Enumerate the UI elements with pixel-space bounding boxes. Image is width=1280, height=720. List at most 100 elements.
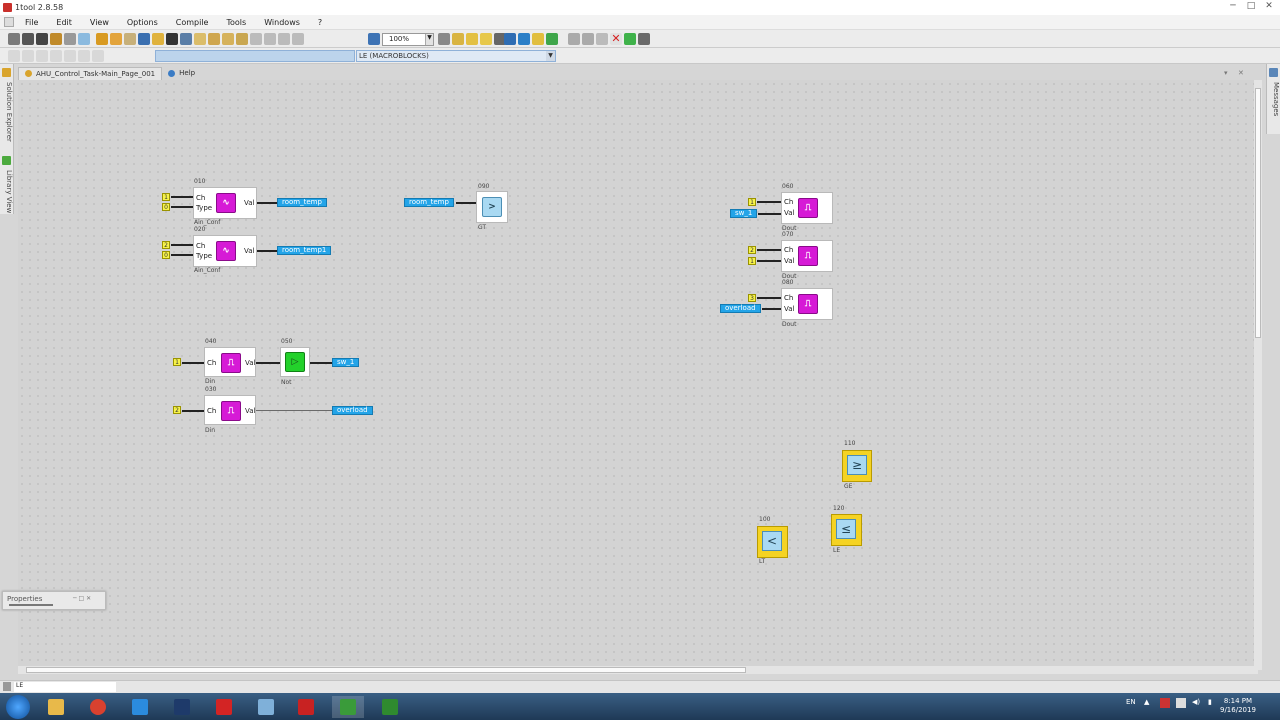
debug-icon[interactable]	[532, 33, 544, 45]
block-060-const-ch[interactable]: 1	[748, 198, 756, 206]
border-icon[interactable]	[92, 50, 104, 62]
messages-tab[interactable]: Messages	[1268, 70, 1280, 130]
italic-icon[interactable]	[36, 50, 48, 62]
copy-icon[interactable]	[78, 33, 90, 45]
library-icon[interactable]	[110, 33, 122, 45]
zoom-icon[interactable]	[368, 33, 380, 45]
block-040-const-ch[interactable]: 1	[173, 358, 181, 366]
step-icon[interactable]	[568, 33, 580, 45]
tag-sw1-out[interactable]: sw_1	[332, 358, 360, 367]
pencil-icon[interactable]	[194, 33, 206, 45]
taskbar-explorer[interactable]	[40, 696, 72, 718]
page-icon[interactable]	[138, 33, 150, 45]
align-top-icon[interactable]	[292, 33, 304, 45]
taskbar-chrome[interactable]	[82, 696, 114, 718]
tab-main-page[interactable]: AHU_Control_Task-Main_Page_001	[18, 66, 163, 80]
solution-explorer-tab[interactable]: Solution Explorer	[1, 70, 13, 150]
tag-sw1-in[interactable]: sw_1	[730, 209, 758, 218]
status-input[interactable]: LE	[14, 682, 116, 692]
menu-view[interactable]: View	[81, 18, 118, 27]
block-080-dout[interactable]: Ch Val ⎍	[781, 288, 833, 320]
align-left-icon[interactable]	[250, 33, 262, 45]
menu-file[interactable]: File	[16, 18, 47, 27]
download-icon[interactable]	[518, 33, 530, 45]
volume-icon[interactable]: ◀)	[1192, 698, 1200, 706]
block-010-const-type[interactable]: 0	[162, 203, 170, 211]
block-120-le[interactable]: ≤	[831, 514, 862, 546]
close-icon[interactable]: ✕	[1262, 1, 1276, 11]
watch-icon[interactable]	[582, 33, 594, 45]
tag-room-temp-in[interactable]: room_temp	[404, 198, 454, 207]
tray-app-icon[interactable]	[1160, 698, 1170, 708]
block-090-gt[interactable]: >	[476, 191, 508, 223]
menu-edit[interactable]: Edit	[47, 18, 81, 27]
menu-compile[interactable]: Compile	[167, 18, 218, 27]
object-field[interactable]	[155, 50, 355, 62]
diagram-canvas[interactable]: 010 1 0 Ch Type ∿ Val Ain_Conf room_temp…	[18, 80, 1254, 666]
menu-windows[interactable]: Windows	[255, 18, 309, 27]
bold-icon[interactable]	[22, 50, 34, 62]
block-070-const-ch[interactable]: 2	[748, 246, 756, 254]
align-icon[interactable]	[208, 33, 220, 45]
taskbar-dropbox[interactable]	[124, 696, 156, 718]
compile-icon[interactable]	[152, 33, 164, 45]
taskbar-1tool[interactable]	[374, 696, 406, 718]
tag-overload-in[interactable]: overload	[720, 304, 761, 313]
menu-tools[interactable]: Tools	[217, 18, 255, 27]
taskbar-photoshop[interactable]	[166, 696, 198, 718]
block-100-lt[interactable]: <	[757, 526, 788, 558]
connect-icon[interactable]	[504, 33, 516, 45]
pan-icon[interactable]	[480, 33, 492, 45]
font-color-icon[interactable]	[64, 50, 76, 62]
system-clock[interactable]: 8:14 PM 9/16/2019	[1220, 697, 1256, 715]
text-icon[interactable]	[8, 50, 20, 62]
tag-overload-out[interactable]: overload	[332, 406, 373, 415]
tray-flag-icon[interactable]	[1176, 698, 1186, 708]
run-icon[interactable]	[546, 33, 558, 45]
zoom-out-icon[interactable]	[466, 33, 478, 45]
taskbar-1tool-active[interactable]	[332, 696, 364, 718]
stop-icon[interactable]: ✕	[610, 33, 622, 45]
block-080-const-ch[interactable]: 3	[748, 294, 756, 302]
block-010-const-ch[interactable]: 1	[162, 193, 170, 201]
print-icon[interactable]	[638, 33, 650, 45]
vertical-scrollbar[interactable]	[1254, 80, 1262, 670]
block-010-ain-conf[interactable]: Ch Type ∿ Val	[193, 187, 257, 219]
block-060-dout[interactable]: Ch Val ⎍	[781, 192, 833, 224]
save-icon[interactable]	[36, 33, 48, 45]
taskbar-network-tool[interactable]	[250, 696, 282, 718]
underline-icon[interactable]	[50, 50, 62, 62]
breakpoint-icon[interactable]	[596, 33, 608, 45]
zoom-fit-icon[interactable]	[438, 33, 450, 45]
align-center-icon[interactable]	[264, 33, 276, 45]
vertical-scrollbar-thumb[interactable]	[1255, 88, 1261, 338]
pointer-icon[interactable]	[166, 33, 178, 45]
network-tray-icon[interactable]: ▮	[1208, 698, 1212, 706]
block-110-ge[interactable]: ≥	[842, 450, 872, 482]
refresh-icon[interactable]	[624, 33, 636, 45]
zoom-select[interactable]: 100% ▼	[382, 32, 434, 46]
distribute-icon[interactable]	[222, 33, 234, 45]
maximize-icon[interactable]: □	[1244, 1, 1258, 11]
block-030-const-ch[interactable]: 2	[173, 406, 181, 414]
panel-pin-icon[interactable]: ─ □ ✕	[73, 595, 91, 602]
settings-icon[interactable]	[50, 33, 62, 45]
tag-room-temp1-out[interactable]: room_temp1	[277, 246, 332, 255]
block-library-select[interactable]: LE (MACROBLOCKS) ▼	[356, 50, 556, 62]
taskbar-filezilla[interactable]	[290, 696, 322, 718]
block-020-const-ch[interactable]: 2	[162, 241, 170, 249]
block-050-not[interactable]: ▷	[280, 347, 310, 377]
taskbar-acrobat[interactable]	[208, 696, 240, 718]
tab-help[interactable]: Help	[162, 67, 201, 80]
block-020-const-type[interactable]: 0	[162, 251, 170, 259]
tab-close-icon[interactable]: ✕	[1238, 69, 1244, 77]
start-button[interactable]	[6, 695, 30, 719]
horizontal-scrollbar[interactable]	[18, 666, 1258, 674]
library-view-tab[interactable]: Library View	[1, 158, 13, 218]
block-040-din[interactable]: Ch ⎍ Val	[204, 347, 256, 377]
menu-app-icon[interactable]	[4, 17, 14, 27]
block-070-const-val[interactable]: 1	[748, 257, 756, 265]
zoom-in-icon[interactable]	[452, 33, 464, 45]
new-project-icon[interactable]	[8, 33, 20, 45]
language-indicator[interactable]: EN	[1126, 698, 1136, 706]
